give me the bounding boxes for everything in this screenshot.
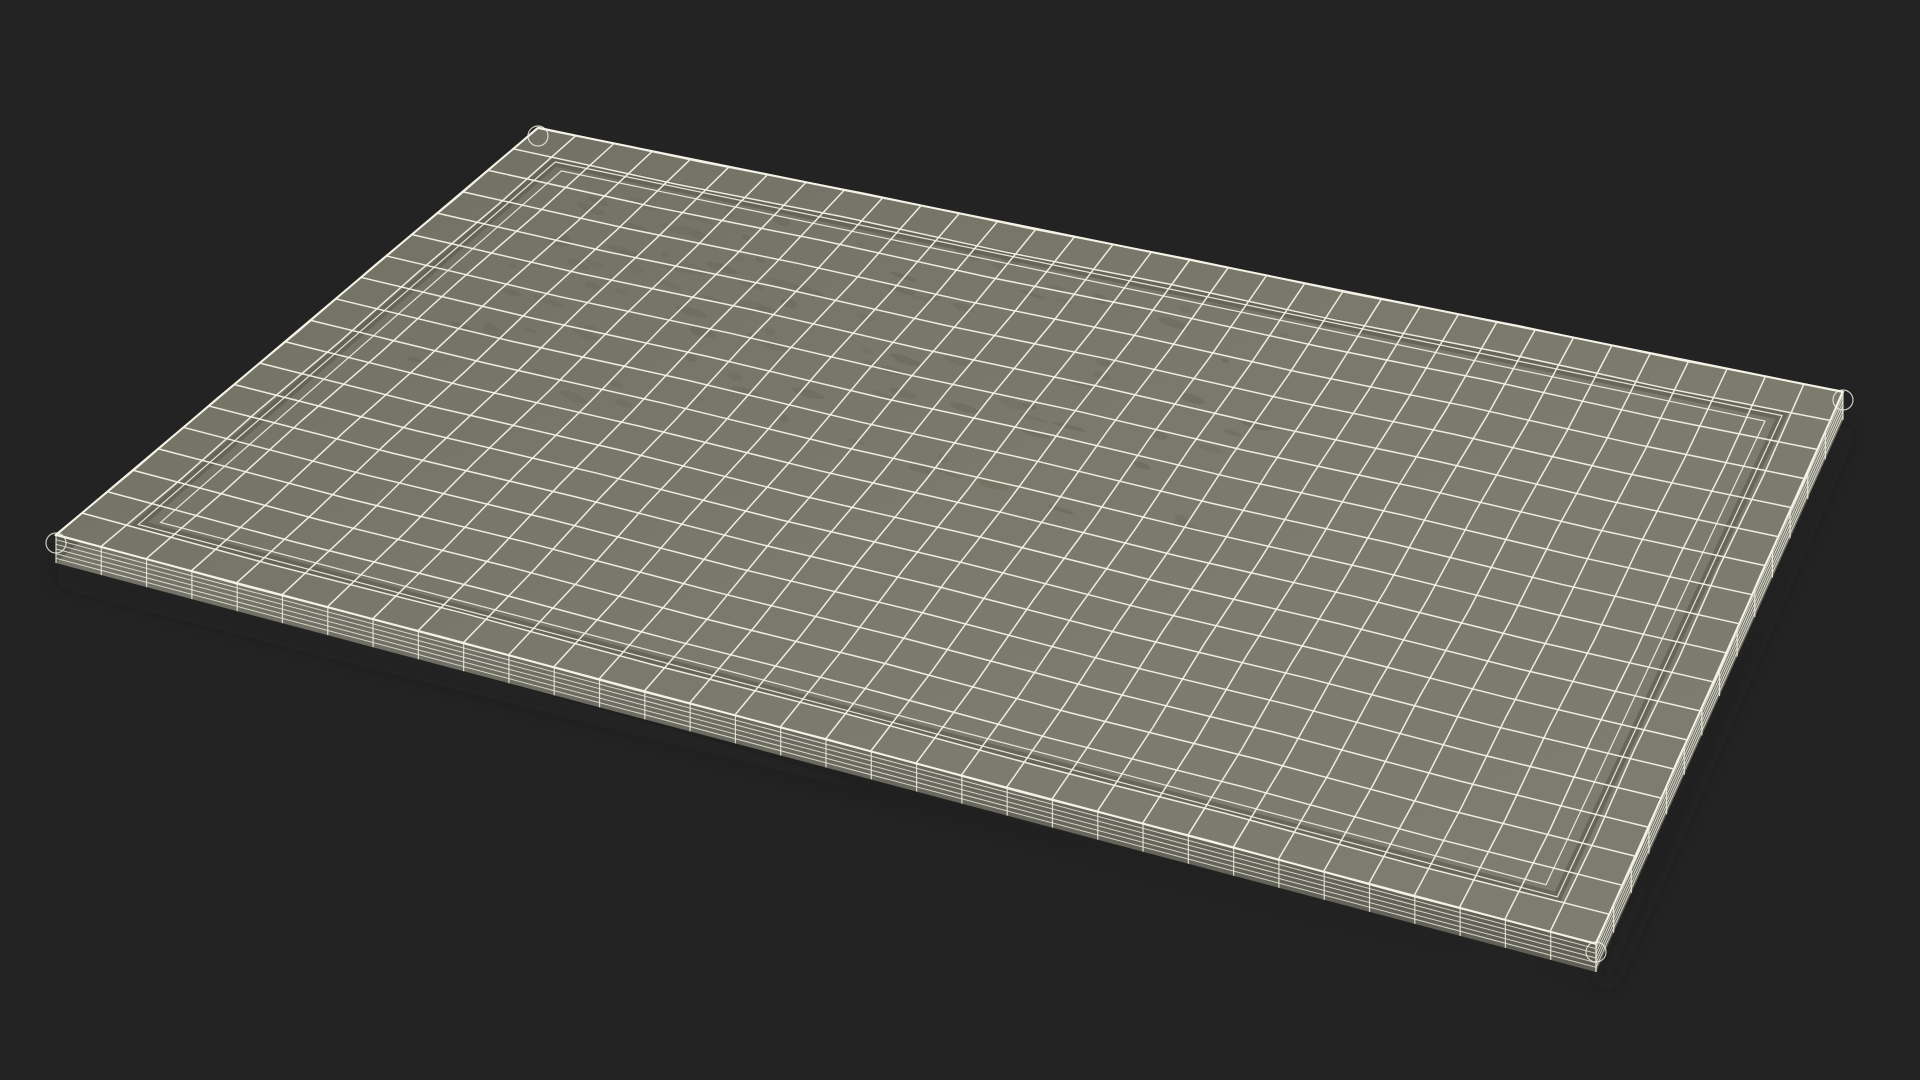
top-face <box>53 126 1845 946</box>
cutting-board-render <box>45 125 1854 985</box>
render-viewport <box>0 0 1920 1080</box>
board-top-face <box>53 126 1845 946</box>
